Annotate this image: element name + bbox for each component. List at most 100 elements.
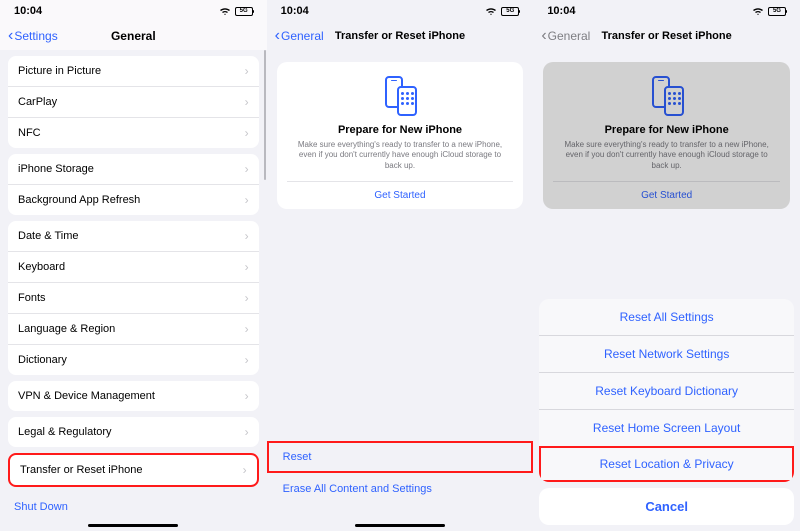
back-button[interactable]: ‹ General <box>275 28 324 44</box>
status-bar: 10:04 5G <box>533 0 800 22</box>
row-label: Date & Time <box>18 230 79 242</box>
erase-all-link[interactable]: Erase All Content and Settings <box>267 473 534 505</box>
nav-title: Transfer or Reset iPhone <box>602 30 732 42</box>
reset-all-settings[interactable]: Reset All Settings <box>539 299 794 335</box>
row-background-refresh[interactable]: Background App Refresh › <box>8 184 259 215</box>
wifi-icon <box>752 7 764 16</box>
row-iphone-storage[interactable]: iPhone Storage › <box>8 154 259 184</box>
row-legal[interactable]: Legal & Regulatory › <box>8 417 259 447</box>
chevron-right-icon: › <box>245 126 249 140</box>
action-sheet-options: Reset All Settings Reset Network Setting… <box>539 299 794 482</box>
reset-keyboard-dictionary[interactable]: Reset Keyboard Dictionary <box>539 372 794 409</box>
bottom-links: Reset Erase All Content and Settings <box>267 441 534 515</box>
get-started-button[interactable]: Get Started <box>553 181 780 201</box>
nav-title: General <box>111 29 156 43</box>
chevron-right-icon: › <box>245 193 249 207</box>
status-right: 5G <box>485 7 519 16</box>
status-right: 5G <box>752 7 786 16</box>
prepare-card: Prepare for New iPhone Make sure everyth… <box>277 62 524 209</box>
scrollbar[interactable] <box>264 50 266 180</box>
chevron-left-icon: ‹ <box>275 28 280 44</box>
row-label: Dictionary <box>18 354 67 366</box>
chevron-right-icon: › <box>245 353 249 367</box>
nav-title: Transfer or Reset iPhone <box>335 30 465 42</box>
settings-group-locale: Date & Time› Keyboard› Fonts› Language &… <box>8 221 259 375</box>
row-transfer-reset[interactable]: Transfer or Reset iPhone › <box>10 455 257 485</box>
dimmed-background: 10:04 5G ‹ General Transfer or Reset iPh… <box>533 0 800 209</box>
screen-general-settings: 10:04 5G ‹ Settings General Picture in P… <box>0 0 267 531</box>
transfer-phones-icon <box>553 76 780 116</box>
shut-down-link[interactable]: Shut Down <box>0 493 267 521</box>
settings-group-legal: Legal & Regulatory › <box>8 417 259 447</box>
row-label: NFC <box>18 127 41 139</box>
transfer-phones-icon <box>287 76 514 116</box>
back-button[interactable]: ‹ Settings <box>8 28 58 44</box>
get-started-button[interactable]: Get Started <box>287 181 514 201</box>
wifi-icon <box>219 7 231 16</box>
back-label: General <box>281 29 324 43</box>
row-label: Fonts <box>18 292 46 304</box>
chevron-right-icon: › <box>245 64 249 78</box>
card-body: Make sure everything's ready to transfer… <box>287 140 514 171</box>
prepare-card: Prepare for New iPhone Make sure everyth… <box>543 62 790 209</box>
reset-location-privacy[interactable]: Reset Location & Privacy <box>539 446 794 482</box>
reset-home-screen-layout[interactable]: Reset Home Screen Layout <box>539 409 794 446</box>
chevron-right-icon: › <box>245 322 249 336</box>
reset-link[interactable]: Reset <box>267 441 534 473</box>
nav-bar: ‹ Settings General <box>0 22 267 50</box>
cancel-button[interactable]: Cancel <box>539 488 794 525</box>
home-indicator[interactable] <box>355 524 445 527</box>
back-button[interactable]: ‹ General <box>541 28 590 44</box>
settings-group-transfer-reset: Transfer or Reset iPhone › <box>8 453 259 487</box>
row-label: iPhone Storage <box>18 163 94 175</box>
status-time: 10:04 <box>547 5 575 17</box>
back-label: General <box>548 29 591 43</box>
status-time: 10:04 <box>14 5 42 17</box>
status-bar: 10:04 5G <box>267 0 534 22</box>
nav-bar: ‹ General Transfer or Reset iPhone <box>533 22 800 50</box>
chevron-right-icon: › <box>245 260 249 274</box>
row-date-time[interactable]: Date & Time › <box>8 221 259 251</box>
home-indicator[interactable] <box>88 524 178 527</box>
nav-bar: ‹ General Transfer or Reset iPhone <box>267 22 534 50</box>
status-right: 5G <box>219 7 253 16</box>
row-label: Legal & Regulatory <box>18 426 112 438</box>
wifi-icon <box>485 7 497 16</box>
row-label: Background App Refresh <box>18 194 140 206</box>
chevron-left-icon: ‹ <box>541 28 546 44</box>
chevron-right-icon: › <box>245 229 249 243</box>
chevron-right-icon: › <box>245 425 249 439</box>
row-language-region[interactable]: Language & Region › <box>8 313 259 344</box>
row-label: Keyboard <box>18 261 65 273</box>
chevron-right-icon: › <box>245 95 249 109</box>
row-label: VPN & Device Management <box>18 390 155 402</box>
card-heading: Prepare for New iPhone <box>287 124 514 136</box>
battery-icon: 5G <box>235 7 253 16</box>
chevron-right-icon: › <box>245 389 249 403</box>
settings-group-vpn: VPN & Device Management › <box>8 381 259 411</box>
card-body: Make sure everything's ready to transfer… <box>553 140 780 171</box>
row-keyboard[interactable]: Keyboard › <box>8 251 259 282</box>
row-label: Transfer or Reset iPhone <box>20 464 142 476</box>
row-dictionary[interactable]: Dictionary › <box>8 344 259 375</box>
row-fonts[interactable]: Fonts› <box>8 282 259 313</box>
chevron-left-icon: ‹ <box>8 28 13 44</box>
row-label: CarPlay <box>18 96 57 108</box>
status-bar: 10:04 5G <box>0 0 267 22</box>
card-heading: Prepare for New iPhone <box>553 124 780 136</box>
chevron-right-icon: › <box>245 162 249 176</box>
reset-network-settings[interactable]: Reset Network Settings <box>539 335 794 372</box>
row-carplay[interactable]: CarPlay › <box>8 86 259 117</box>
chevron-right-icon: › <box>243 463 247 477</box>
row-vpn[interactable]: VPN & Device Management › <box>8 381 259 411</box>
screen-transfer-reset: 10:04 5G ‹ General Transfer or Reset iPh… <box>267 0 534 531</box>
row-label: Picture in Picture <box>18 65 101 77</box>
action-sheet: Reset All Settings Reset Network Setting… <box>539 299 794 525</box>
row-picture-in-picture[interactable]: Picture in Picture › <box>8 56 259 86</box>
settings-group-storage: iPhone Storage › Background App Refresh › <box>8 154 259 215</box>
battery-icon: 5G <box>501 7 519 16</box>
settings-group-media: Picture in Picture › CarPlay › NFC › <box>8 56 259 148</box>
row-label: Language & Region <box>18 323 115 335</box>
row-nfc[interactable]: NFC › <box>8 117 259 148</box>
status-time: 10:04 <box>281 5 309 17</box>
